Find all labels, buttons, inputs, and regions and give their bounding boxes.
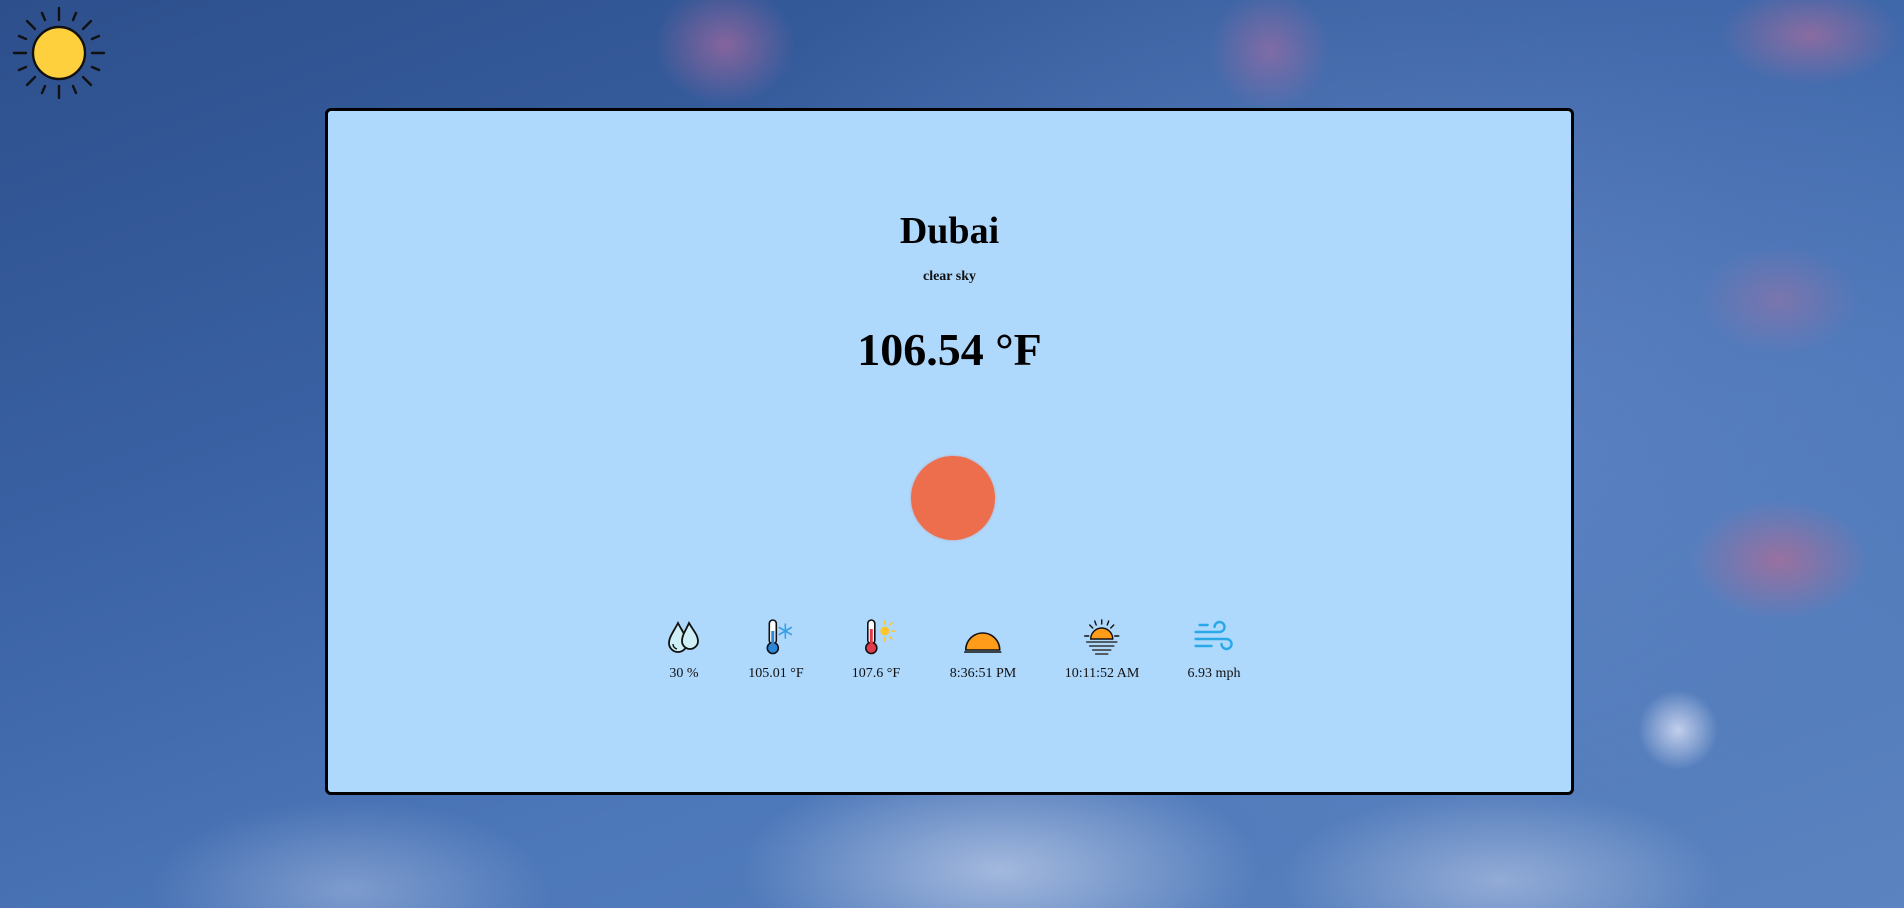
max-temperature-icon: [865, 619, 896, 655]
current-temperature: 106.54 °F: [857, 324, 1042, 375]
max-temperature-value: 107.6 °F: [851, 666, 901, 681]
sun-circle-icon: [911, 456, 995, 540]
max-temperature-stat: 107.6 °F: [852, 617, 900, 682]
sunrise-value: 10:11:52 AM: [1064, 666, 1140, 681]
wind-icon: [1194, 620, 1234, 651]
sunset-stat: 8:36:51 PM: [949, 617, 1017, 682]
humidity-value: 30 %: [669, 666, 699, 681]
sunrise-icon: [1084, 619, 1120, 655]
humidity-stat: 30 %: [664, 617, 704, 682]
wind-value: 6.93 mph: [1187, 666, 1241, 681]
wind-stat: 6.93 mph: [1187, 617, 1241, 682]
city-name: Dubai: [899, 210, 1000, 252]
sun-logo-icon: [12, 6, 106, 100]
sunset-icon: [964, 632, 1002, 653]
weather-card: Dubai clear sky 106.54 °F 30 % 105.01 °F: [325, 108, 1574, 795]
min-temperature-stat: 105.01 °F: [748, 617, 804, 682]
weather-app: { "logo": { "icon": "sun-icon", "color":…: [0, 0, 1904, 908]
weather-description: clear sky: [922, 269, 976, 284]
humidity-icon: [668, 620, 699, 653]
min-temperature-value: 105.01 °F: [748, 666, 804, 681]
sunrise-stat: 10:11:52 AM: [1064, 617, 1140, 682]
min-temperature-icon: [766, 619, 792, 655]
sunset-value: 8:36:51 PM: [949, 666, 1017, 681]
